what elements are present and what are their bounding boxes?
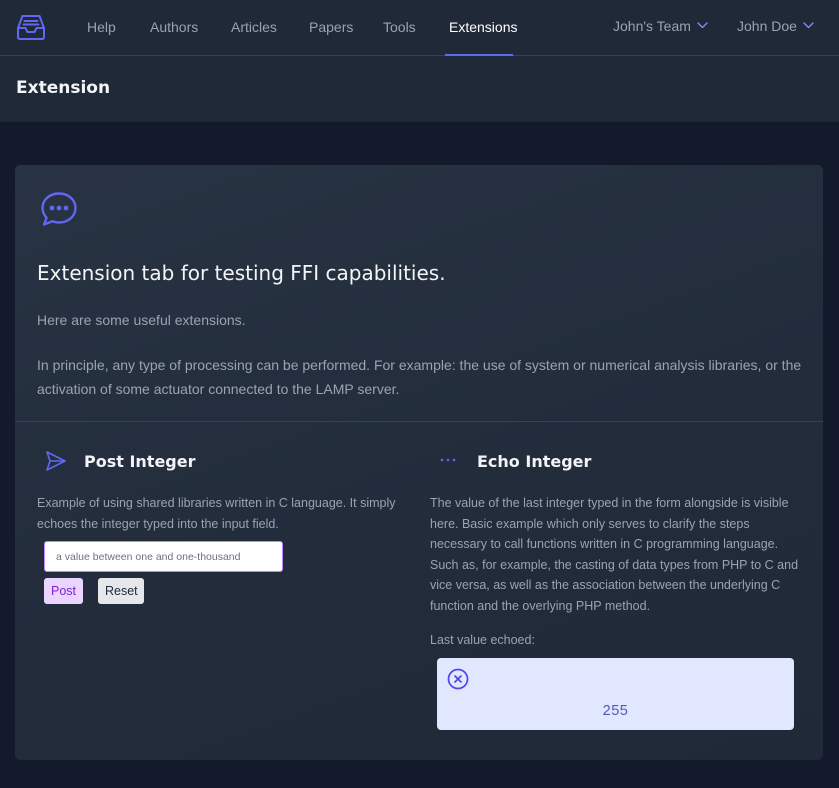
card-description: In principle, any type of processing can… bbox=[37, 357, 802, 397]
send-icon bbox=[44, 449, 68, 473]
chat-bubble-ellipsis-icon bbox=[39, 190, 79, 230]
user-dropdown[interactable]: John Doe bbox=[737, 0, 814, 54]
post-integer-title: Post Integer bbox=[84, 452, 196, 471]
nav-extensions[interactable]: Extensions bbox=[449, 0, 517, 56]
team-dropdown[interactable]: John's Team bbox=[613, 0, 708, 54]
nav-articles[interactable]: Articles bbox=[231, 0, 277, 56]
last-value-label: Last value echoed: bbox=[430, 633, 535, 647]
top-navigation: Help Authors Articles Papers Tools Exten… bbox=[0, 0, 839, 56]
nav-tools[interactable]: Tools bbox=[383, 0, 416, 56]
echo-integer-title: Echo Integer bbox=[477, 452, 592, 471]
team-name: John's Team bbox=[613, 18, 691, 34]
integer-input[interactable] bbox=[44, 541, 283, 572]
reset-button[interactable]: Reset bbox=[98, 578, 144, 604]
card-intro: Here are some useful extensions. bbox=[37, 312, 246, 328]
nav-authors[interactable]: Authors bbox=[150, 0, 198, 56]
user-name: John Doe bbox=[737, 18, 797, 34]
echo-integer-description: The value of the last integer typed in t… bbox=[430, 496, 799, 613]
page-title: Extension bbox=[16, 78, 111, 98]
nav-papers[interactable]: Papers bbox=[309, 0, 353, 56]
extension-card: Extension tab for testing FFI capabiliti… bbox=[15, 165, 823, 760]
post-button[interactable]: Post bbox=[44, 578, 83, 604]
page-header: Extension bbox=[0, 56, 839, 122]
chevron-down-icon bbox=[803, 22, 814, 29]
nav-help[interactable]: Help bbox=[87, 0, 116, 56]
echoed-value: 255 bbox=[602, 703, 629, 719]
card-divider bbox=[15, 421, 823, 422]
echo-result-box: 255 bbox=[437, 658, 794, 730]
chevron-down-icon bbox=[697, 22, 708, 29]
close-circle-icon[interactable] bbox=[447, 668, 469, 690]
post-integer-description: Example of using shared libraries writte… bbox=[37, 496, 396, 531]
inbox-logo-icon[interactable] bbox=[16, 12, 46, 42]
card-title: Extension tab for testing FFI capabiliti… bbox=[37, 261, 446, 285]
ellipsis-icon bbox=[436, 449, 460, 473]
